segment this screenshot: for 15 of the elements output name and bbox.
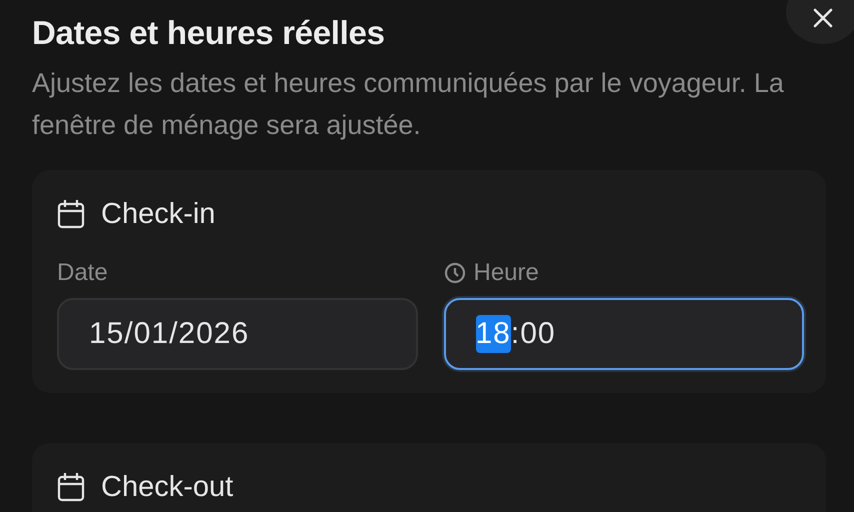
input-field[interactable]: 15/01/2026 [57, 298, 418, 370]
clock-icon [444, 262, 466, 284]
time-segment[interactable]: :00 [510, 317, 556, 351]
input-field[interactable]: 18:00 [444, 298, 804, 370]
dialog-description: Ajustez les dates et heures communiquées par le voyageur. La fenêtre de ménage sera ajustée. [32, 67, 785, 142]
field-label: Heure [474, 259, 539, 287]
dialog-title: Dates et heures réelles [32, 14, 386, 52]
time-segment[interactable]: 15/01/2026 [89, 317, 250, 351]
field-label: Date [57, 259, 108, 287]
close-icon [812, 7, 834, 29]
calendar-icon [57, 472, 85, 502]
section-heading: Check-out [101, 470, 234, 504]
section-heading: Check-in [101, 198, 216, 230]
calendar-icon [57, 199, 85, 229]
time-segment[interactable]: 18 [476, 315, 511, 353]
